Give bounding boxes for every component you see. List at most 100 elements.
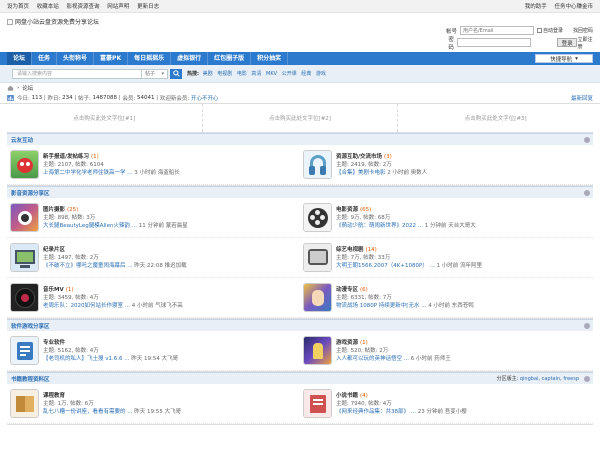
camera-icon[interactable]: [10, 203, 39, 232]
forum-last-post: 乱七八糟一份讲座，看看有需要的 ... 昨天 19:55 大飞哥: [43, 408, 181, 416]
nav-item-forum[interactable]: 论坛: [7, 52, 33, 65]
forum-name-link[interactable]: 图片摄影 (25): [43, 206, 188, 214]
forum-name-link[interactable]: 音乐MV (1): [43, 286, 183, 294]
headphones-icon[interactable]: [303, 150, 332, 179]
hot-keyword[interactable]: 高清: [251, 71, 261, 77]
last-post-title-link[interactable]: 老周乐队：2020如何站长作寝室 ...: [43, 303, 130, 309]
forum-meta: 主题: 9万, 帖数: 68万: [336, 214, 391, 221]
task-center-link[interactable]: 任务中心赚金币: [554, 4, 593, 10]
my-assistant-link[interactable]: 我的助手: [525, 4, 547, 10]
last-post-title-link[interactable]: 物流战场 1080P 持续更新中[无水 ...: [336, 303, 426, 309]
forum-name-link[interactable]: 电影资源 (65): [336, 206, 476, 214]
hot-keyword[interactable]: 经典: [301, 71, 311, 77]
ad-slot[interactable]: 点击购买此处文字位[#2]: [203, 104, 399, 132]
last-post-title-link[interactable]: 《萌动少航：萌闹新世界》2022 ...: [336, 223, 423, 229]
nav-item-red-packet[interactable]: 红包圈子版: [208, 52, 252, 65]
hot-keyword[interactable]: 公开课: [282, 71, 297, 77]
last-post-title-link[interactable]: 【老司机的私人】飞土搜 v1.6.6 ...: [43, 356, 130, 362]
hot-keyword[interactable]: 电视剧: [217, 71, 232, 77]
anime-icon[interactable]: [303, 283, 332, 312]
topbar-link-search[interactable]: 影视资源查询: [67, 4, 100, 10]
forum-info: 纪录片区 主题: 1497, 帖数: 2万 《不破不立》哪吒之魔童闹海幕后 ... …: [43, 246, 187, 270]
register-link[interactable]: 立即注册: [577, 36, 593, 50]
nav-item-titles[interactable]: 头衔称号: [57, 52, 95, 65]
search-input[interactable]: 请输入搜索内容: [12, 68, 142, 79]
nav-item-tasks[interactable]: 任务: [32, 52, 58, 65]
last-post-title-link[interactable]: 乱七八糟一份讲座，看看有需要的 ...: [43, 409, 133, 415]
bird-icon[interactable]: [10, 150, 39, 179]
vinyl-icon[interactable]: [10, 283, 39, 312]
forum-name-link[interactable]: 综艺电视剧 (14): [336, 246, 482, 254]
forum-info: 小说书籍 (4) 主题: 7940, 帖数: 4万 《网来经典作品集：共38部》 ..…: [336, 392, 467, 416]
new-posts-count: (1): [360, 339, 368, 346]
forum-name-link[interactable]: 新手报道/发帖练习 (1): [43, 153, 180, 161]
nav-item-daily-shake[interactable]: 每日摇摇乐: [128, 52, 172, 65]
hot-keyword[interactable]: 美剧: [203, 71, 213, 77]
section-title[interactable]: 书籍教程资料区: [11, 375, 50, 383]
site-logo[interactable]: 网盘小站云盘资源免费分享论坛: [7, 17, 99, 26]
book-icon[interactable]: [10, 389, 39, 418]
tv2-icon[interactable]: [303, 243, 332, 272]
nav-item-lottery[interactable]: 积分抽奖: [251, 52, 289, 65]
find-password-link[interactable]: 找回密码: [573, 27, 593, 34]
forum-item: 游戏资源 (1) 主题: 520, 帖数: 2万 入人都可以玩的英神话悟空 ... 6…: [300, 331, 593, 371]
search-type-select[interactable]: 帖子 ▾: [142, 68, 168, 79]
login-button[interactable]: 登录: [556, 38, 578, 47]
last-post-title-link[interactable]: 《不破不立》哪吒之魔童闹海幕后 ...: [43, 263, 133, 269]
collapse-toggle-icon[interactable]: [584, 376, 590, 382]
latest-replies-link[interactable]: 最新回复: [571, 94, 593, 102]
forum-name-link[interactable]: 资源互助/交流市场 (3): [336, 153, 427, 161]
collapse-toggle-icon[interactable]: [584, 137, 590, 143]
last-post-title-link[interactable]: 大明王朝1566.2007（4K+1080P） ...: [336, 263, 435, 269]
forum-name-link[interactable]: 专业软件: [43, 339, 178, 347]
hot-keyword[interactable]: 游戏: [316, 71, 326, 77]
password-input[interactable]: [456, 38, 531, 47]
last-post-title-link[interactable]: 入人都可以玩的英神话悟空 ...: [336, 356, 409, 362]
game-icon[interactable]: [303, 336, 332, 365]
newest-member-link[interactable]: 开心不开心: [191, 94, 219, 102]
nav-item-rich-pk[interactable]: 富豪PK: [94, 52, 129, 65]
last-post-title-link[interactable]: 【合集】美剧卡电影: [336, 170, 386, 176]
hot-keyword[interactable]: MKV: [266, 71, 277, 77]
forum-name-link[interactable]: 动漫专区 (6): [336, 286, 474, 294]
breadcrumb-forum[interactable]: 论坛: [22, 84, 33, 92]
moderator-link[interactable]: freesp: [563, 376, 579, 382]
forum-name-link[interactable]: 小说书籍 (4): [336, 392, 467, 400]
forum-grid: 新手报道/发帖练习 (1) 主题: 2107, 帖数: 6104 上海第二中学化学老师…: [7, 145, 593, 185]
topbar-link-statement[interactable]: 网站声明: [107, 4, 129, 10]
section-title[interactable]: 云友互动: [11, 136, 33, 144]
moderator-link[interactable]: qingbai: [520, 376, 539, 382]
reel-icon[interactable]: [303, 203, 332, 232]
last-post-title-link[interactable]: 上海第二中学化学老师往铁高一学 ...: [43, 170, 133, 176]
moderator-link[interactable]: captain: [542, 376, 561, 382]
forum-name-link[interactable]: 游戏资源 (1): [336, 339, 451, 347]
topbar-link-homepage[interactable]: 设为首页: [7, 4, 29, 10]
collapse-toggle-icon[interactable]: [584, 323, 590, 329]
forum-grid: 课程教育 主题: 1万, 帖数: 6万 乱七八糟一份讲座，看看有需要的 ... 昨天…: [7, 384, 593, 424]
topbar-link-changelog[interactable]: 更新日志: [137, 4, 159, 10]
home-icon[interactable]: [7, 85, 14, 91]
last-post-title-link[interactable]: 大长腿BeautyLeg腿模Allen火辣韵 ...: [43, 223, 137, 229]
hot-keyword[interactable]: 电影: [237, 71, 247, 77]
nav-item-virtual-bank[interactable]: 虚拟银行: [171, 52, 209, 65]
topbar-link-favorite[interactable]: 收藏本站: [37, 4, 59, 10]
soft-icon[interactable]: [10, 336, 39, 365]
collapse-toggle-icon[interactable]: [584, 190, 590, 196]
forum-info: 专业软件 主题: 5162, 帖数: 4万 【老司机的私人】飞土搜 v1.6.6 .…: [43, 339, 178, 363]
quick-nav-button[interactable]: 快捷导航 ▾: [535, 54, 593, 63]
forum-name-link[interactable]: 纪录片区: [43, 246, 187, 254]
ad-slot[interactable]: 点击购买此处文字位[#1]: [7, 104, 203, 132]
ad-slot[interactable]: 点击购买此处文字位[#3]: [398, 104, 593, 132]
section-title[interactable]: 软件游戏分享区: [11, 322, 50, 330]
book2-icon[interactable]: [303, 389, 332, 418]
today-count: 113: [31, 95, 43, 101]
forum-item: 图片摄影 (25) 主题: 898, 帖数: 3万 大长腿BeautyLeg腿模All…: [7, 198, 300, 238]
last-post-title-link[interactable]: 《网来经典作品集：共38部》 ...: [336, 409, 416, 415]
auto-login-checkbox[interactable]: 自动登录: [537, 27, 563, 34]
tv-icon[interactable]: [10, 243, 39, 272]
forum-name-link[interactable]: 课程教育: [43, 392, 181, 400]
search-button[interactable]: [170, 68, 182, 79]
account-input[interactable]: [460, 26, 534, 35]
forum-info: 音乐MV (1) 主题: 3459, 帖数: 4万 老周乐队：2020如何站长作寝室 …: [43, 286, 183, 310]
section-title[interactable]: 影音资源分享区: [11, 189, 50, 197]
